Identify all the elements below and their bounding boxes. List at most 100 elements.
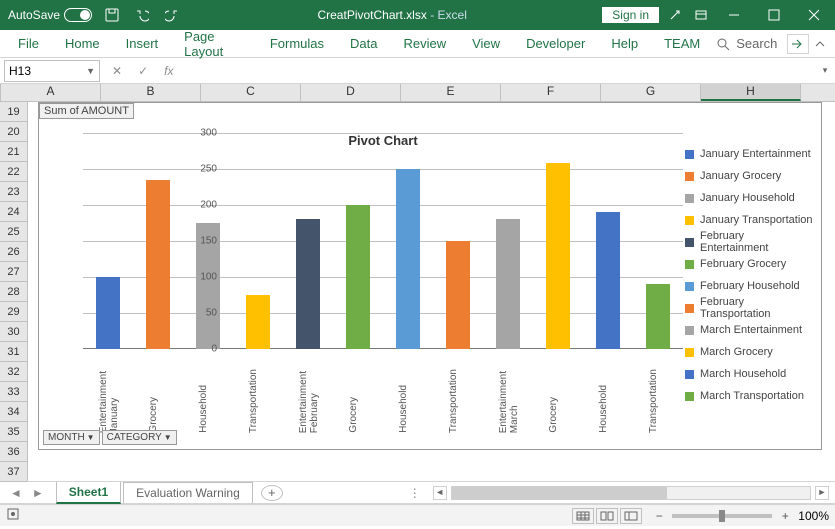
row-header[interactable]: 19 bbox=[0, 102, 27, 122]
row-header[interactable]: 36 bbox=[0, 442, 27, 462]
legend-item[interactable]: February Entertainment bbox=[685, 231, 815, 253]
row-header[interactable]: 29 bbox=[0, 302, 27, 322]
chart-bar[interactable] bbox=[146, 180, 170, 349]
tab-data[interactable]: Data bbox=[338, 32, 389, 55]
tab-formulas[interactable]: Formulas bbox=[258, 32, 336, 55]
legend-item[interactable]: March Grocery bbox=[685, 341, 815, 363]
expand-formula-bar-icon[interactable]: ▾ bbox=[815, 65, 835, 76]
row-header[interactable]: 32 bbox=[0, 362, 27, 382]
row-header[interactable]: 21 bbox=[0, 142, 27, 162]
legend-item[interactable]: March Entertainment bbox=[685, 319, 815, 341]
view-page-break-icon[interactable] bbox=[620, 508, 642, 524]
search-box[interactable]: Search bbox=[716, 36, 777, 51]
chart-bar[interactable] bbox=[596, 212, 620, 349]
row-header[interactable]: 37 bbox=[0, 462, 27, 482]
minimize-button[interactable] bbox=[717, 0, 751, 30]
chart-bar[interactable] bbox=[246, 295, 270, 349]
column-header[interactable]: G bbox=[601, 84, 701, 101]
legend-item[interactable]: February Transportation bbox=[685, 297, 815, 319]
column-header[interactable]: E bbox=[401, 84, 501, 101]
legend-item[interactable]: March Transportation bbox=[685, 385, 815, 407]
column-header[interactable]: B bbox=[101, 84, 201, 101]
coming-soon-icon[interactable] bbox=[665, 5, 685, 25]
chart-bar[interactable] bbox=[296, 219, 320, 349]
pivot-chart-object[interactable]: Sum of AMOUNT Pivot Chart EntertainmentJ… bbox=[38, 102, 822, 450]
zoom-in-button[interactable]: + bbox=[778, 509, 792, 523]
tab-insert[interactable]: Insert bbox=[114, 32, 171, 55]
zoom-out-button[interactable]: − bbox=[652, 509, 666, 523]
chart-bar[interactable] bbox=[646, 284, 670, 349]
row-header[interactable]: 28 bbox=[0, 282, 27, 302]
name-box[interactable]: ▼ bbox=[4, 60, 100, 82]
column-header[interactable]: F bbox=[501, 84, 601, 101]
filter-month-button[interactable]: MONTH▼ bbox=[43, 430, 100, 445]
undo-icon[interactable] bbox=[132, 5, 152, 25]
tab-review[interactable]: Review bbox=[391, 32, 458, 55]
legend-item[interactable]: February Household bbox=[685, 275, 815, 297]
column-header[interactable]: I bbox=[801, 84, 835, 101]
row-header[interactable]: 25 bbox=[0, 222, 27, 242]
row-header[interactable]: 24 bbox=[0, 202, 27, 222]
tab-help[interactable]: Help bbox=[599, 32, 650, 55]
chart-bar[interactable] bbox=[496, 219, 520, 349]
legend-item[interactable]: March Household bbox=[685, 363, 815, 385]
sheet-nav-next-icon[interactable]: ► bbox=[32, 486, 44, 500]
enter-formula-icon[interactable]: ✓ bbox=[138, 64, 148, 78]
zoom-slider[interactable] bbox=[672, 514, 772, 518]
chart-bar[interactable] bbox=[546, 163, 570, 349]
redo-icon[interactable] bbox=[162, 5, 182, 25]
signin-button[interactable]: Sign in bbox=[602, 7, 659, 23]
tab-home[interactable]: Home bbox=[53, 32, 112, 55]
sheet-splitter[interactable]: ⋮ bbox=[403, 486, 427, 500]
row-header[interactable]: 27 bbox=[0, 262, 27, 282]
tab-view[interactable]: View bbox=[460, 32, 512, 55]
chart-bar[interactable] bbox=[446, 241, 470, 349]
column-header[interactable]: H bbox=[701, 84, 801, 101]
cancel-formula-icon[interactable]: ✕ bbox=[112, 64, 122, 78]
chart-bar[interactable] bbox=[346, 205, 370, 349]
formula-input[interactable] bbox=[185, 60, 815, 82]
ribbon-display-icon[interactable] bbox=[691, 5, 711, 25]
scroll-thumb[interactable] bbox=[452, 487, 667, 499]
legend-item[interactable]: January Grocery bbox=[685, 165, 815, 187]
collapse-ribbon-icon[interactable] bbox=[811, 34, 829, 54]
column-header[interactable]: A bbox=[1, 84, 101, 101]
chart-values-badge[interactable]: Sum of AMOUNT bbox=[39, 103, 134, 119]
tab-file[interactable]: File bbox=[6, 32, 51, 55]
chevron-down-icon[interactable]: ▼ bbox=[86, 66, 95, 76]
chart-bar[interactable] bbox=[396, 169, 420, 349]
column-header[interactable]: C bbox=[201, 84, 301, 101]
chart-bar[interactable] bbox=[96, 277, 120, 349]
sheet-tab-sheet1[interactable]: Sheet1 bbox=[56, 481, 121, 504]
row-header[interactable]: 26 bbox=[0, 242, 27, 262]
row-header[interactable]: 20 bbox=[0, 122, 27, 142]
scroll-left-icon[interactable]: ◄ bbox=[433, 486, 447, 500]
zoom-level[interactable]: 100% bbox=[798, 509, 829, 523]
maximize-button[interactable] bbox=[757, 0, 791, 30]
share-button[interactable] bbox=[787, 34, 809, 54]
row-header[interactable]: 30 bbox=[0, 322, 27, 342]
view-normal-icon[interactable] bbox=[572, 508, 594, 524]
row-header[interactable]: 22 bbox=[0, 162, 27, 182]
scroll-right-icon[interactable]: ► bbox=[815, 486, 829, 500]
legend-item[interactable]: January Transportation bbox=[685, 209, 815, 231]
view-page-layout-icon[interactable] bbox=[596, 508, 618, 524]
save-icon[interactable] bbox=[102, 5, 122, 25]
add-sheet-button[interactable]: + bbox=[261, 485, 283, 501]
record-macro-icon[interactable] bbox=[6, 507, 20, 524]
legend-item[interactable]: January Entertainment bbox=[685, 143, 815, 165]
sheet-nav-prev-icon[interactable]: ◄ bbox=[10, 486, 22, 500]
tab-team[interactable]: TEAM bbox=[652, 32, 712, 55]
horizontal-scrollbar[interactable]: ◄ ► bbox=[427, 486, 835, 500]
tab-developer[interactable]: Developer bbox=[514, 32, 597, 55]
row-header[interactable]: 31 bbox=[0, 342, 27, 362]
close-button[interactable] bbox=[797, 0, 831, 30]
sheet-tab-evaluation-warning[interactable]: Evaluation Warning bbox=[123, 482, 253, 503]
name-box-input[interactable] bbox=[9, 64, 69, 78]
row-header[interactable]: 23 bbox=[0, 182, 27, 202]
column-header[interactable]: D bbox=[301, 84, 401, 101]
cells-area[interactable]: Sum of AMOUNT Pivot Chart EntertainmentJ… bbox=[28, 102, 835, 481]
filter-category-button[interactable]: CATEGORY▼ bbox=[102, 430, 177, 445]
row-header[interactable]: 33 bbox=[0, 382, 27, 402]
legend-item[interactable]: February Grocery bbox=[685, 253, 815, 275]
